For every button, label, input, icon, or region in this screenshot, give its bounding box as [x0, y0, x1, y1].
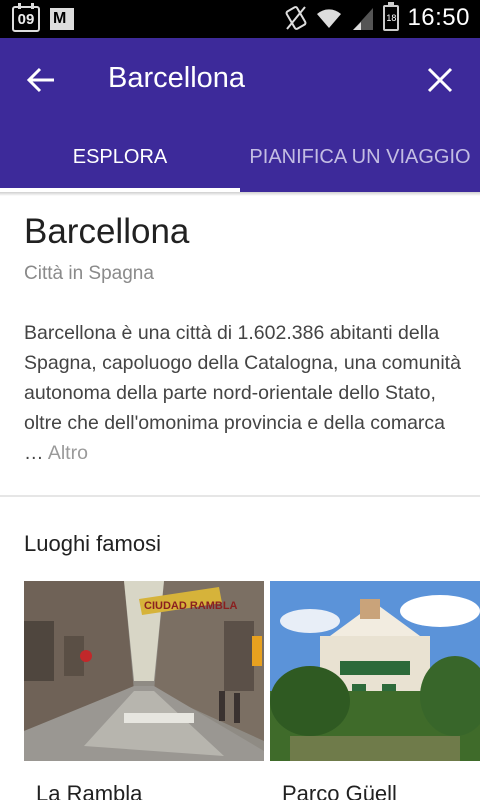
place-subtitle: Città in Spagna — [24, 263, 154, 284]
section-divider — [0, 495, 480, 497]
famous-places-title: Luoghi famosi — [24, 531, 161, 556]
battery-icon: 18 — [383, 2, 400, 31]
tab-bar: ESPLORA PIANIFICA UN VIAGGIO — [0, 122, 480, 192]
status-clock: 16:50 — [407, 4, 470, 31]
app-toolbar: Barcellona — [0, 38, 480, 122]
famous-place-card-parco-guell[interactable]: Parco Güell — [270, 581, 480, 800]
parco-guell-label: Parco Güell — [282, 781, 397, 800]
description-text: Barcellona è una città di 1.602.386 abit… — [24, 322, 461, 464]
tab-esplora[interactable]: ESPLORA — [0, 122, 240, 192]
la-rambla-label: La Rambla — [36, 781, 143, 800]
rambla-banner-text: CIUDAD RAMBLA — [144, 600, 238, 612]
back-arrow-icon[interactable] — [20, 60, 64, 104]
wifi-icon — [317, 9, 342, 28]
famous-place-card-la-rambla[interactable]: CIUDAD RAMBLA La Rambla — [24, 581, 264, 800]
close-icon[interactable] — [420, 60, 460, 100]
more-link[interactable]: Altro — [48, 442, 88, 464]
tab-shadow — [0, 192, 480, 196]
place-title: Barcellona — [24, 212, 190, 251]
status-bar: 09 M 18 16:50 — [0, 0, 480, 38]
gmail-notification-icon: M — [50, 8, 74, 30]
parco-guell-image — [270, 581, 480, 761]
toolbar-title: Barcellona — [108, 62, 246, 94]
signal-icon — [353, 8, 374, 30]
la-rambla-image: CIUDAD RAMBLA — [24, 581, 264, 761]
place-description: Barcellona è una città di 1.602.386 abit… — [24, 318, 464, 468]
calendar-notification-icon: 09 — [12, 3, 40, 32]
vibrate-mute-icon — [285, 6, 307, 30]
tab-pianifica-viaggio[interactable]: PIANIFICA UN VIAGGIO — [240, 122, 480, 192]
